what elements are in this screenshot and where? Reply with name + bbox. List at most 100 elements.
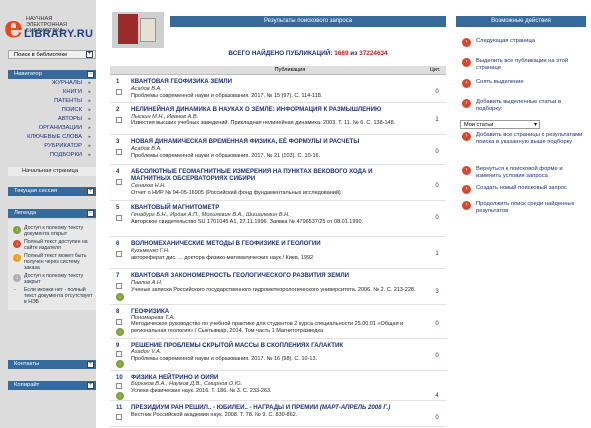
found-label: ВСЕГО НАЙДЕНО ПУБЛИКАЦИЙ:: [228, 50, 333, 57]
nav-item-authors[interactable]: АВТОРЫ: [8, 115, 96, 124]
result-authors[interactable]: Asadov V.A.: [131, 349, 161, 355]
select-checkbox[interactable]: [116, 251, 122, 257]
nav-item-rubricator[interactable]: РУБРИКАТОР: [8, 142, 96, 151]
result-source[interactable]: Успехи физических наук. 2016. Т. 186. № …: [131, 388, 421, 395]
select-checkbox[interactable]: [116, 149, 122, 155]
result-authors[interactable]: Сенаков Н.Н.: [131, 183, 166, 189]
result-title[interactable]: НЕЛИНЕЙНАЯ ДИНАМИКА В НАУКАХ О ЗЕМЛЕ: ИН…: [131, 106, 411, 113]
legend-text: Доступ к полному тексту закрыт: [24, 273, 84, 285]
result-title[interactable]: РЕШЕНИЕ ПРОБЛЕМЫ СКРЫТОЙ МАССЫ В СКОПЛЕН…: [131, 342, 411, 349]
result-number: 4: [116, 169, 120, 175]
select-checkbox[interactable]: [116, 319, 122, 325]
contacts-header[interactable]: Контакты +: [8, 360, 96, 369]
arrow-right-icon: ›: [462, 58, 471, 67]
nav-item-patents[interactable]: ПАТЕНТЫ: [8, 97, 96, 106]
action-back-to-form[interactable]: › Вернуться к поисковой форме и изменить…: [462, 166, 584, 179]
nav-item-home[interactable]: Начальная страница: [8, 167, 96, 176]
collapse-icon[interactable]: −: [87, 71, 94, 78]
result-authors[interactable]: Павлов А.Н.: [131, 280, 163, 286]
citation-count[interactable]: 3: [428, 289, 446, 295]
citation-count[interactable]: 0: [428, 183, 446, 189]
action-label: Добавить все страницы с результатами пои…: [476, 132, 583, 145]
result-title[interactable]: АБСОЛЮТНЫЕ ГЕОМАГНИТНЫЕ ИЗМЕРЕНИЯ НА ПУН…: [131, 168, 411, 182]
result-source[interactable]: Проблемы современной науки и образования…: [131, 356, 421, 363]
result-authors[interactable]: Асадов В.А.: [131, 86, 162, 92]
collection-select[interactable]: Мои статьи: [460, 120, 540, 129]
result-source[interactable]: Методическое руководство по учебной прак…: [131, 321, 421, 334]
result-title[interactable]: КВАНТОВАЯ ЗАКОНОМЕРНОСТЬ ГЕОЛОГИЧЕСКОГО …: [131, 272, 411, 279]
action-next-page[interactable]: › Следующая страница: [462, 38, 584, 47]
select-checkbox[interactable]: [116, 383, 122, 389]
navigator-header[interactable]: Навигатор −: [8, 70, 96, 79]
collapse-icon[interactable]: −: [87, 210, 94, 217]
open-access-icon[interactable]: ↓: [116, 360, 124, 368]
action-select-all[interactable]: › Выделить все публикации на этой страни…: [462, 58, 584, 71]
search-library-panel[interactable]: Поиск в библиотеке +: [8, 50, 96, 59]
action-add-selected[interactable]: › Добавить выделенные статьи в подборку:: [462, 99, 584, 112]
nav-item-books[interactable]: КНИГИ: [8, 88, 96, 97]
citation-count[interactable]: 0: [428, 321, 446, 327]
select-checkbox[interactable]: [116, 117, 122, 123]
citation-count[interactable]: 1: [428, 117, 446, 123]
nav-item-journals[interactable]: ЖУРНАЛЫ: [8, 79, 96, 88]
result-source[interactable]: автореферат дис. ... доктора физико-мате…: [131, 255, 421, 262]
nav-item-collections[interactable]: ПОДБОРКИ: [8, 151, 96, 160]
expand-icon[interactable]: +: [86, 51, 93, 58]
select-checkbox[interactable]: [116, 414, 122, 420]
citation-count[interactable]: 0: [428, 89, 446, 95]
open-access-icon[interactable]: ↓: [116, 392, 124, 400]
open-access-icon[interactable]: ↓: [116, 328, 124, 336]
column-citations[interactable]: Цит.: [426, 66, 444, 75]
select-checkbox[interactable]: [116, 351, 122, 357]
open-access-icon[interactable]: ↓: [116, 293, 124, 301]
result-title[interactable]: КВАНТОВАЯ ГЕОФИЗИКА ЗЕМЛИ: [131, 78, 411, 85]
expand-icon[interactable]: +: [87, 382, 94, 389]
result-title[interactable]: НОВАЯ ДИНАМИЧЕСКАЯ ВРЕМЕННАЯ ФИЗИКА, ЕЁ …: [131, 138, 411, 145]
result-authors[interactable]: Асадов В.А.: [131, 146, 162, 152]
result-source[interactable]: Вестник Российской академии наук. 2008. …: [131, 412, 421, 419]
action-label: Выделить все публикации на этой странице: [476, 58, 569, 71]
select-checkbox[interactable]: [116, 215, 122, 221]
copyright-header[interactable]: Копирайт +: [8, 381, 96, 390]
nav-item-search[interactable]: ПОИСК: [8, 106, 96, 115]
citation-count[interactable]: 0: [428, 415, 446, 421]
arrow-right-icon: ›: [462, 166, 471, 175]
legend-item-none: - Если иконки нет - полный текст докумен…: [8, 287, 96, 308]
citation-count[interactable]: 0: [428, 353, 446, 359]
citation-count[interactable]: 4: [428, 393, 446, 399]
legend-header[interactable]: Легенда −: [8, 209, 96, 218]
select-checkbox[interactable]: [116, 283, 122, 289]
result-source[interactable]: Авторское свидетельство SU 1701045 A1, 2…: [131, 219, 421, 226]
action-search-within[interactable]: › Продолжить поиск среди найденных резул…: [462, 201, 584, 214]
citation-count[interactable]: 0: [428, 215, 446, 221]
citation-count[interactable]: 1: [428, 251, 446, 257]
result-title[interactable]: ФИЗИКА НЕЙТРИНО И ОИЯИ: [131, 374, 411, 381]
action-add-all-pages[interactable]: › Добавить все страницы с результатами п…: [462, 132, 584, 145]
select-checkbox[interactable]: [116, 89, 122, 95]
action-deselect[interactable]: › Снять выделение: [462, 79, 584, 88]
found-of: из: [350, 50, 358, 57]
result-authors[interactable]: Бирюков В.А., Наумов Д.В., Смирнов О.Ю.: [131, 381, 242, 387]
result-source[interactable]: Проблемы современной науки и образования…: [131, 153, 421, 160]
result-title[interactable]: ПРЕЗИДИУМ РАН РЕШИЛ.. - ЮБИЛЕИ.. - НАГРА…: [131, 404, 411, 411]
result-source[interactable]: Отчет о НИР № 94-05-16905 (Российский фо…: [131, 190, 421, 197]
session-header[interactable]: Текущая сессия +: [8, 187, 96, 196]
result-source[interactable]: Ученые записки Российского государственн…: [131, 287, 421, 294]
book-cover-light: [140, 18, 156, 42]
result-source[interactable]: Проблемы современной науки и образования…: [131, 93, 421, 100]
result-authors[interactable]: Кузьменко Г.Н.: [131, 248, 170, 254]
result-number: 6: [116, 241, 120, 247]
nav-item-organizations[interactable]: ОРГАНИЗАЦИИ: [8, 124, 96, 133]
result-title[interactable]: ВОЛНОМЕХАНИЧЕСКИЕ МЕТОДЫ В ГЕОФИЗИКЕ И Г…: [131, 240, 411, 247]
expand-icon[interactable]: +: [87, 361, 94, 368]
nav-item-keywords[interactable]: КЛЮЧЕВЫЕ СЛОВА: [8, 133, 96, 142]
expand-icon[interactable]: +: [87, 188, 94, 195]
select-checkbox[interactable]: [116, 179, 122, 185]
elibrary-logo[interactable]: e НАУЧНАЯ ЭЛЕКТРОННАЯ БИБЛИОТЕКА LIBRARY…: [4, 12, 94, 43]
result-title[interactable]: ГЕОФИЗИКА: [131, 308, 411, 315]
result-source[interactable]: Известия высших учебных заведений. Прикл…: [131, 120, 421, 127]
action-new-query[interactable]: › Создать новый поисковый запрос: [462, 185, 584, 194]
result-authors[interactable]: Генабург Б.Н., Ирдак А.П., Могилевин В.А…: [131, 212, 290, 218]
result-title[interactable]: КВАНТОВЫЙ МАГНИТОМЕТР: [131, 204, 411, 211]
citation-count[interactable]: 0: [428, 149, 446, 155]
